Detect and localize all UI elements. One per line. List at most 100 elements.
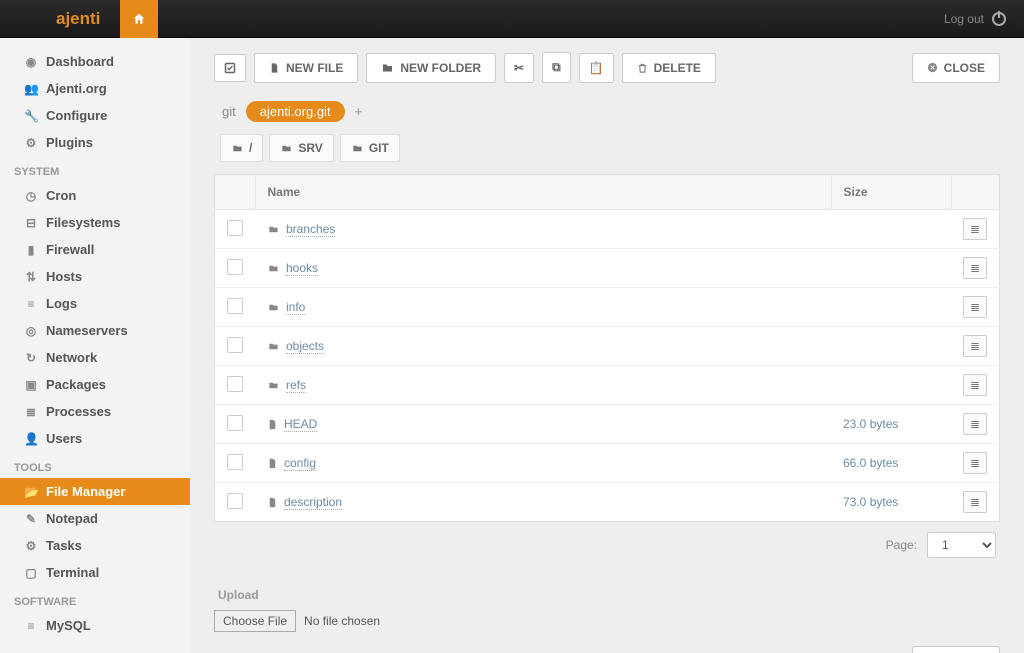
- file-size: [831, 327, 951, 366]
- sidebar-item-tasks[interactable]: ⚙Tasks: [0, 532, 190, 559]
- row-checkbox[interactable]: [227, 259, 243, 275]
- choose-file-button[interactable]: Choose File: [214, 610, 296, 632]
- sidebar-item-hosts[interactable]: ⇅Hosts: [0, 263, 190, 290]
- file-size: [831, 249, 951, 288]
- file-name[interactable]: description: [284, 495, 342, 510]
- row-menu-button[interactable]: ≣: [963, 257, 987, 279]
- row-checkbox[interactable]: [227, 454, 243, 470]
- row-menu-button[interactable]: ≣: [963, 413, 987, 435]
- row-menu-button[interactable]: ≣: [963, 374, 987, 396]
- crumb-add[interactable]: +: [355, 104, 363, 119]
- folder-icon: [267, 263, 280, 274]
- sidebar-item-nameservers[interactable]: ◎Nameservers: [0, 317, 190, 344]
- file-name[interactable]: HEAD: [284, 417, 317, 432]
- file-size: 66.0 bytes: [831, 444, 951, 483]
- delete-button[interactable]: DELETE: [622, 53, 716, 83]
- sidebar-item-network[interactable]: ↻Network: [0, 344, 190, 371]
- sidebar-item-dashboard[interactable]: ◉Dashboard: [0, 48, 190, 75]
- sidebar-item-label: Logs: [46, 296, 77, 311]
- users-icon: 👤: [24, 432, 38, 446]
- file-name[interactable]: config: [284, 456, 316, 471]
- sidebar-item-label: Cron: [46, 188, 76, 203]
- copy-button[interactable]: ⧉: [542, 52, 571, 83]
- path-git[interactable]: GIT: [340, 134, 400, 162]
- row-menu-button[interactable]: ≣: [963, 218, 987, 240]
- sidebar-item-ajenti-org[interactable]: 👥 Ajenti.org: [0, 75, 190, 102]
- sidebar-item-label: Firewall: [46, 242, 94, 257]
- close-label: CLOSE: [944, 61, 985, 75]
- row-checkbox[interactable]: [227, 376, 243, 392]
- sidebar-item-file-manager[interactable]: 📂File Manager: [0, 478, 190, 505]
- sidebar-item-users[interactable]: 👤Users: [0, 425, 190, 452]
- logout-link[interactable]: Log out: [936, 12, 1024, 26]
- pager-select[interactable]: 1: [927, 532, 996, 558]
- sidebar-item-label: MySQL: [46, 618, 91, 633]
- sidebar-item-terminal[interactable]: ▢Terminal: [0, 559, 190, 586]
- row-menu-button[interactable]: ≣: [963, 296, 987, 318]
- row-checkbox[interactable]: [227, 220, 243, 236]
- table-row: refs ≣: [215, 366, 1000, 405]
- file-size: [831, 366, 951, 405]
- file-size: [831, 210, 951, 249]
- row-checkbox[interactable]: [227, 415, 243, 431]
- path-root[interactable]: /: [220, 134, 263, 162]
- row-menu-button[interactable]: ≣: [963, 335, 987, 357]
- table-row: HEAD23.0 bytes≣: [215, 405, 1000, 444]
- pager-label: Page:: [886, 538, 917, 552]
- sidebar-item-filesystems[interactable]: ⊟Filesystems: [0, 209, 190, 236]
- sidebar-item-label: Ajenti.org: [46, 81, 107, 96]
- folder-icon: [267, 224, 280, 235]
- new-file-button[interactable]: NEW FILE: [254, 53, 358, 83]
- sidebar-item-firewall[interactable]: ▮Firewall: [0, 236, 190, 263]
- file-name[interactable]: refs: [286, 378, 306, 393]
- sidebar-group-system: SYSTEM: [0, 156, 190, 182]
- file-name[interactable]: info: [286, 300, 305, 315]
- edit-icon: ✎: [24, 512, 38, 526]
- sidebar-item-label: Configure: [46, 108, 107, 123]
- sidebar-item-packages[interactable]: ▣Packages: [0, 371, 190, 398]
- file-name[interactable]: branches: [286, 222, 335, 237]
- file-name[interactable]: hooks: [286, 261, 318, 276]
- dashboard-icon: ◉: [24, 55, 38, 69]
- sidebar-item-mysql[interactable]: ≡MySQL: [0, 612, 190, 639]
- sidebar-group-tools: TOOLS: [0, 452, 190, 478]
- sidebar-item-cron[interactable]: ◷ Cron: [0, 182, 190, 209]
- cut-button[interactable]: ✂: [504, 53, 534, 83]
- row-menu-button[interactable]: ≣: [963, 491, 987, 513]
- sidebar-item-configure[interactable]: 🔧Configure: [0, 102, 190, 129]
- col-name: Name: [255, 175, 831, 210]
- select-all-button[interactable]: [214, 54, 246, 82]
- empty-clipboard-button[interactable]: EMPTY: [912, 646, 1000, 653]
- new-folder-button[interactable]: NEW FOLDER: [366, 53, 496, 83]
- file-icon: [267, 496, 278, 509]
- sidebar-group-software: SOFTWARE: [0, 586, 190, 612]
- sidebar-item-logs[interactable]: ≡Logs: [0, 290, 190, 317]
- group-icon: 👥: [24, 82, 38, 96]
- sidebar-item-processes[interactable]: ≣Processes: [0, 398, 190, 425]
- folder-open-icon: 📂: [24, 485, 38, 499]
- sidebar-item-notepad[interactable]: ✎Notepad: [0, 505, 190, 532]
- clock-icon: ◷: [24, 189, 38, 203]
- cogs-icon: ⚙: [24, 136, 38, 150]
- hdd-icon: ⊟: [24, 216, 38, 230]
- sidebar-item-label: Packages: [46, 377, 106, 392]
- row-menu-button[interactable]: ≣: [963, 452, 987, 474]
- sidebar-item-label: Nameservers: [46, 323, 128, 338]
- logout-label: Log out: [944, 12, 984, 26]
- sidebar: ◉Dashboard👥Ajenti.org🔧Configure⚙Plugins …: [0, 38, 190, 653]
- row-checkbox[interactable]: [227, 298, 243, 314]
- row-checkbox[interactable]: [227, 493, 243, 509]
- close-button[interactable]: CLOSE: [912, 53, 1000, 83]
- crumb-current[interactable]: ajenti.org.git: [246, 101, 345, 122]
- file-name[interactable]: objects: [286, 339, 324, 354]
- table-row: objects ≣: [215, 327, 1000, 366]
- file-size: [831, 288, 951, 327]
- path-srv[interactable]: SRV: [269, 134, 333, 162]
- sidebar-item-plugins[interactable]: ⚙Plugins: [0, 129, 190, 156]
- home-button[interactable]: [120, 0, 158, 38]
- paste-button[interactable]: 📋: [579, 53, 614, 83]
- crumb-root[interactable]: git: [222, 104, 236, 119]
- row-checkbox[interactable]: [227, 337, 243, 353]
- table-row: config 66.0 bytes ≣: [215, 444, 1000, 483]
- sidebar-item-label: Processes: [46, 404, 111, 419]
